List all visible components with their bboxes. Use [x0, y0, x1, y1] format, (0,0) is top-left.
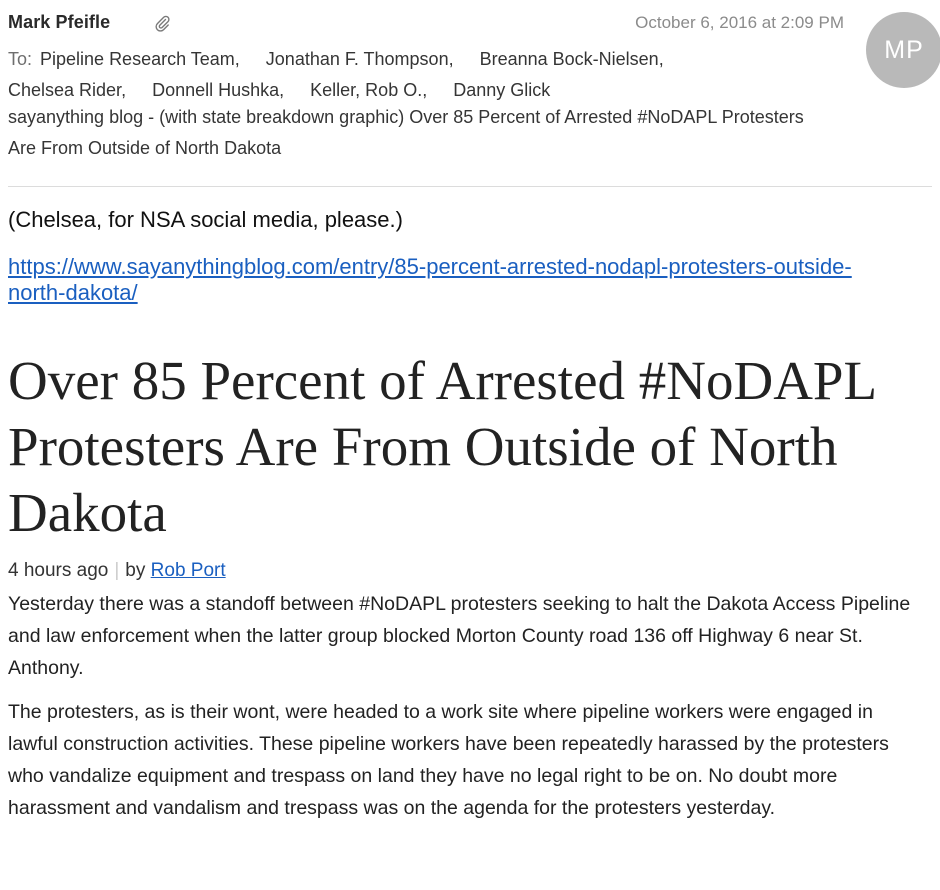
- byline-separator: |: [114, 560, 120, 581]
- avatar[interactable]: MP: [866, 12, 940, 88]
- article-time: 4 hours ago: [8, 560, 109, 581]
- article-title: Over 85 Percent of Arrested #NoDAPL Prot…: [8, 350, 876, 543]
- header-divider: [8, 186, 932, 187]
- recipient[interactable]: Donnell Hushka,: [152, 80, 284, 100]
- recipient[interactable]: Jonathan F. Thompson,: [266, 49, 454, 69]
- avatar-initials: MP: [884, 35, 924, 64]
- email-date: October 6, 2016 at 2:09 PM: [635, 13, 844, 32]
- to-label: To:: [8, 49, 33, 69]
- sender-name[interactable]: Mark Pfeifle: [8, 12, 110, 33]
- sender-row: Mark Pfeifle October 6, 2016 at 2:09 PM: [8, 12, 848, 36]
- email-header: Mark Pfeifle October 6, 2016 at 2:09 PM …: [8, 0, 940, 186]
- article-paragraph: The protesters, as is their wont, were h…: [8, 701, 889, 819]
- recipient[interactable]: Keller, Rob O.,: [310, 80, 427, 100]
- article-byline: 4 hours ago | by Rob Port: [8, 558, 932, 584]
- recipient[interactable]: Pipeline Research Team,: [40, 49, 240, 69]
- paperclip-icon[interactable]: [154, 14, 170, 32]
- article-link[interactable]: https://www.sayanythingblog.com/entry/85…: [8, 254, 888, 306]
- body-note: (Chelsea, for NSA social media, please.): [8, 207, 403, 232]
- recipients-list: To: Pipeline Research Team, Jonathan F. Th…: [8, 44, 828, 106]
- recipient[interactable]: Danny Glick: [453, 80, 550, 100]
- email-body: (Chelsea, for NSA social media, please.)…: [8, 204, 932, 824]
- recipient[interactable]: Breanna Bock-Nielsen,: [480, 49, 664, 69]
- by-label: by: [125, 560, 146, 581]
- author-link[interactable]: Rob Port: [151, 560, 226, 581]
- email-subject: sayanything blog - (with state breakdown…: [8, 107, 804, 158]
- article-paragraph: Yesterday there was a standoff between #…: [8, 593, 911, 679]
- recipient[interactable]: Chelsea Rider,: [8, 80, 126, 100]
